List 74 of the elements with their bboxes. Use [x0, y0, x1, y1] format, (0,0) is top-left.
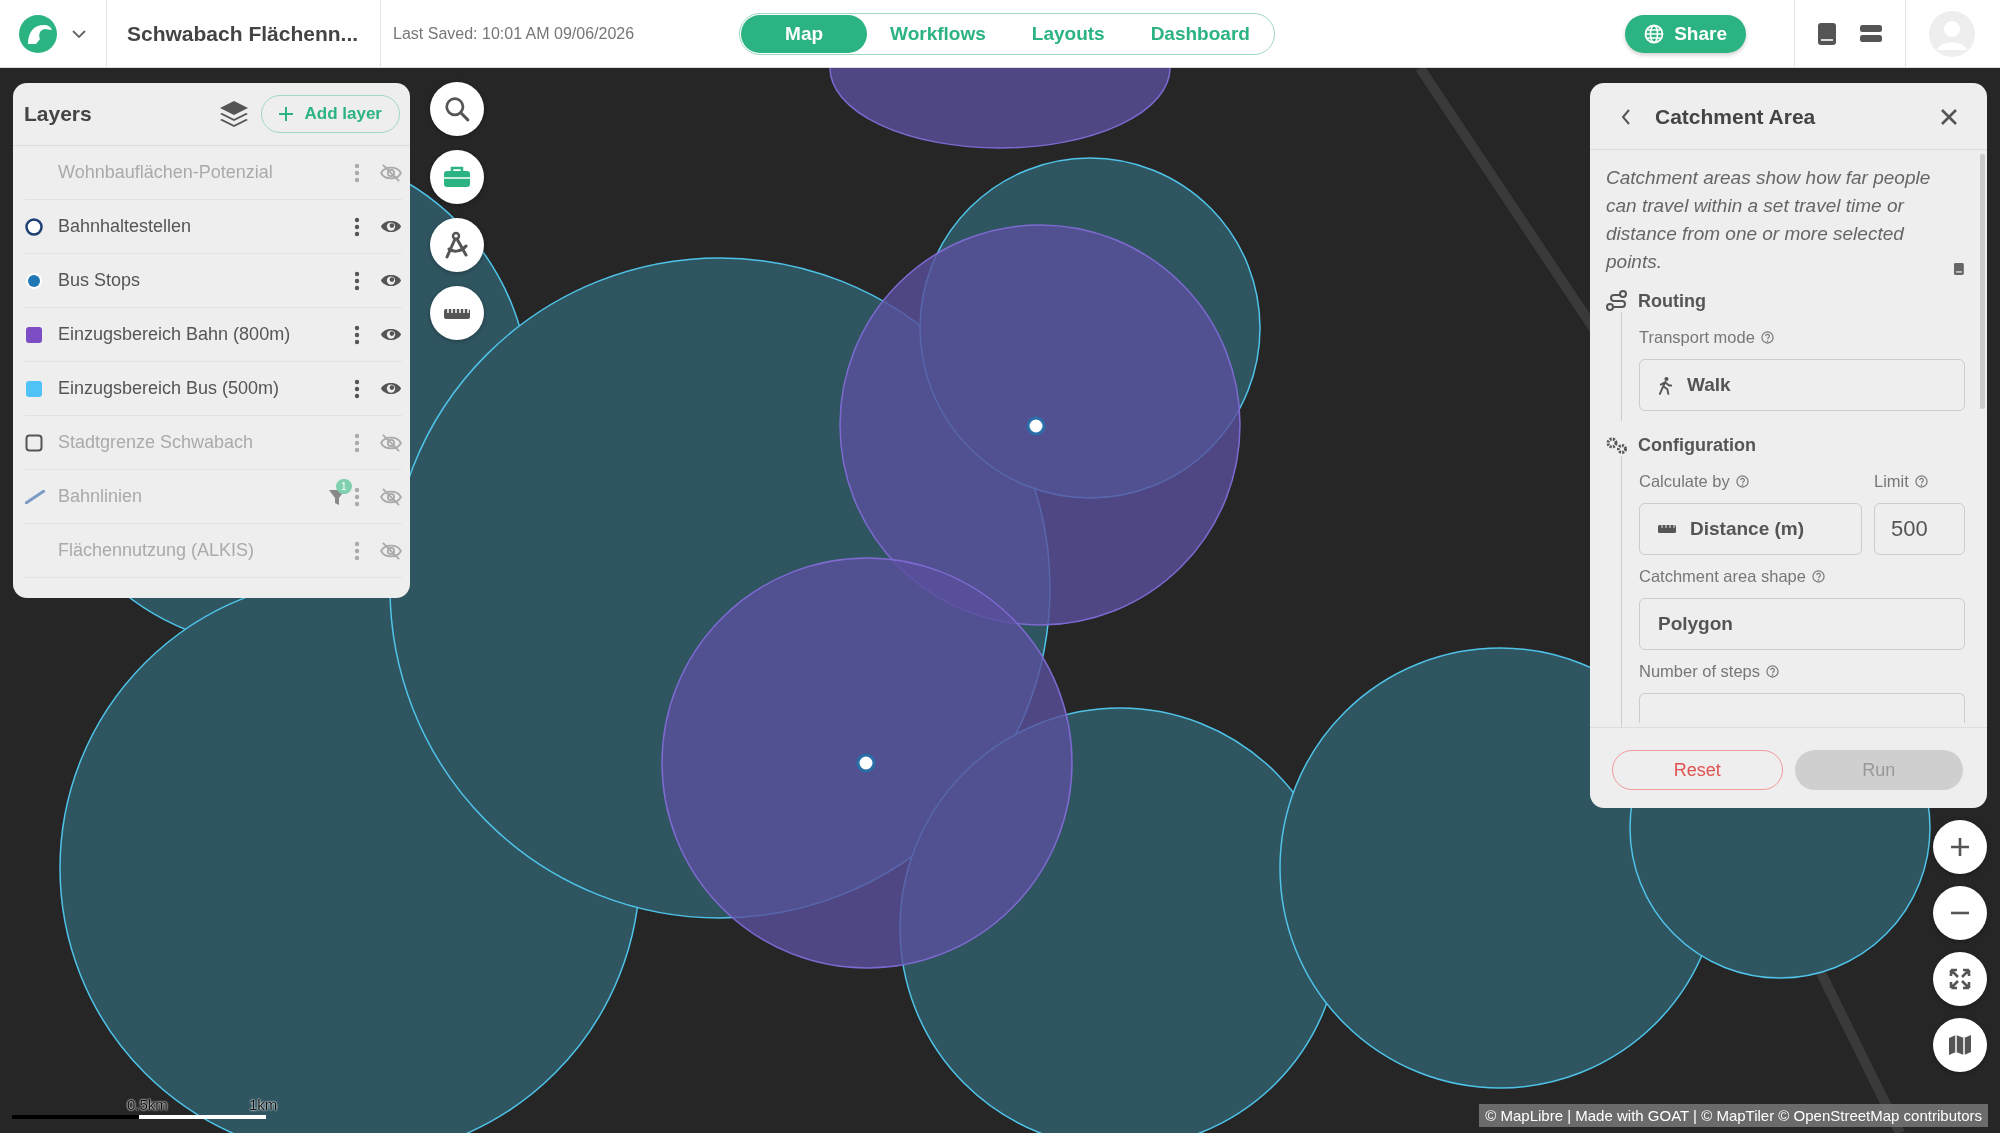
- walking-person-icon: [1658, 375, 1673, 395]
- globe-icon: [1644, 23, 1665, 44]
- field-label: Transport mode: [1639, 328, 1755, 347]
- chevron-down-icon[interactable]: [72, 28, 86, 39]
- layer-name: Einzugsbereich Bus (500m): [58, 378, 281, 399]
- more-options-icon[interactable]: [354, 378, 360, 399]
- gears-icon: [1606, 436, 1628, 455]
- help-icon[interactable]: [1735, 475, 1749, 488]
- view-tab[interactable]: Dashboard: [1127, 14, 1273, 53]
- field-label: Catchment area shape: [1639, 567, 1806, 586]
- view-tab[interactable]: Map: [741, 14, 868, 53]
- layer-name: Bahnhaltestellen: [58, 216, 193, 237]
- route-icon: [1606, 290, 1628, 312]
- more-options-icon[interactable]: [354, 270, 360, 291]
- share-button[interactable]: Share: [1625, 14, 1746, 53]
- layer-row[interactable]: Einzugsbereich Bahn (800m): [25, 308, 402, 362]
- map-icon: [1948, 1034, 1972, 1056]
- last-saved-text: Last Saved: 10:01 AM 09/06/2026: [393, 24, 636, 43]
- layer-row[interactable]: Bus Stops: [25, 254, 402, 308]
- panel-title: Layers: [24, 102, 93, 126]
- ruler-icon: [1658, 525, 1676, 533]
- field-label: Number of steps: [1639, 662, 1761, 681]
- book-icon[interactable]: [1953, 262, 1965, 276]
- eye-icon[interactable]: [380, 327, 402, 342]
- shape-select[interactable]: Polygon: [1639, 598, 1965, 650]
- help-icon[interactable]: [1914, 475, 1928, 488]
- more-options-icon[interactable]: [354, 324, 360, 345]
- scale-label: 1km: [249, 1096, 278, 1113]
- field-label: Calculate by: [1639, 472, 1730, 491]
- project-title: Schwabach Flächenn...: [127, 21, 359, 46]
- toolbox-icon: [443, 166, 471, 188]
- layer-name: Wohnbauflächen-Potenzial: [58, 162, 274, 183]
- eye-icon[interactable]: [380, 273, 402, 288]
- layer-name: Flächennutzung (ALKIS): [58, 540, 256, 561]
- layer-name: Bus Stops: [58, 270, 142, 291]
- view-tab[interactable]: Layouts: [1008, 14, 1128, 53]
- calculate-by-select[interactable]: Distance (m): [1639, 503, 1862, 555]
- view-tab[interactable]: Workflows: [867, 14, 1009, 53]
- expand-icon: [1949, 968, 1971, 990]
- more-options-icon[interactable]: [354, 216, 360, 237]
- transport-select[interactable]: Walk: [1639, 359, 1965, 411]
- drawing-compass-icon: [444, 231, 470, 259]
- layer-row[interactable]: Einzugsbereich Bus (500m): [25, 362, 402, 416]
- scale-label: 0.5km: [127, 1096, 168, 1113]
- scrollbar[interactable]: [1980, 154, 1985, 409]
- server-icon[interactable]: [1859, 23, 1883, 44]
- limit-field[interactable]: 500: [1874, 503, 1965, 555]
- search-icon: [444, 96, 470, 122]
- ruler-icon: [443, 306, 471, 320]
- layers-icon[interactable]: [218, 100, 249, 128]
- section-heading: Routing: [1638, 290, 1706, 312]
- filter-count-badge: 1: [336, 478, 352, 494]
- book-icon[interactable]: [1817, 21, 1837, 46]
- minus-icon: [1950, 911, 1970, 915]
- steps-field[interactable]: [1639, 693, 1965, 723]
- description-text: Catchment areas show how far people can travel within a set travel time or distance from one or more selected points.: [1606, 166, 1932, 274]
- plus-icon: [278, 107, 293, 121]
- layer-row[interactable]: Bahnhaltestellen: [25, 200, 402, 254]
- attribution-text: © MapLibre | Made with GOAT | © MapTiler © OpenStreetMap contributors: [1479, 1104, 1988, 1127]
- help-icon[interactable]: [1811, 570, 1825, 583]
- close-icon[interactable]: [1941, 109, 1957, 125]
- eye-icon[interactable]: [380, 381, 402, 396]
- help-icon[interactable]: [1760, 331, 1774, 344]
- field-label: Limit: [1874, 472, 1909, 491]
- eye-icon[interactable]: [380, 219, 402, 234]
- goat-logo-icon[interactable]: [18, 13, 58, 54]
- layer-name: Stadtgrenze Schwabach: [58, 432, 255, 453]
- layer-name: Bahnlinien: [58, 486, 144, 507]
- panel-title: Catchment Area: [1655, 105, 1817, 129]
- plus-icon: [1950, 837, 1970, 857]
- section-heading: Configuration: [1638, 435, 1756, 456]
- layer-name: Einzugsbereich Bahn (800m): [58, 324, 292, 345]
- back-icon[interactable]: [1621, 109, 1631, 125]
- help-icon[interactable]: [1766, 665, 1780, 678]
